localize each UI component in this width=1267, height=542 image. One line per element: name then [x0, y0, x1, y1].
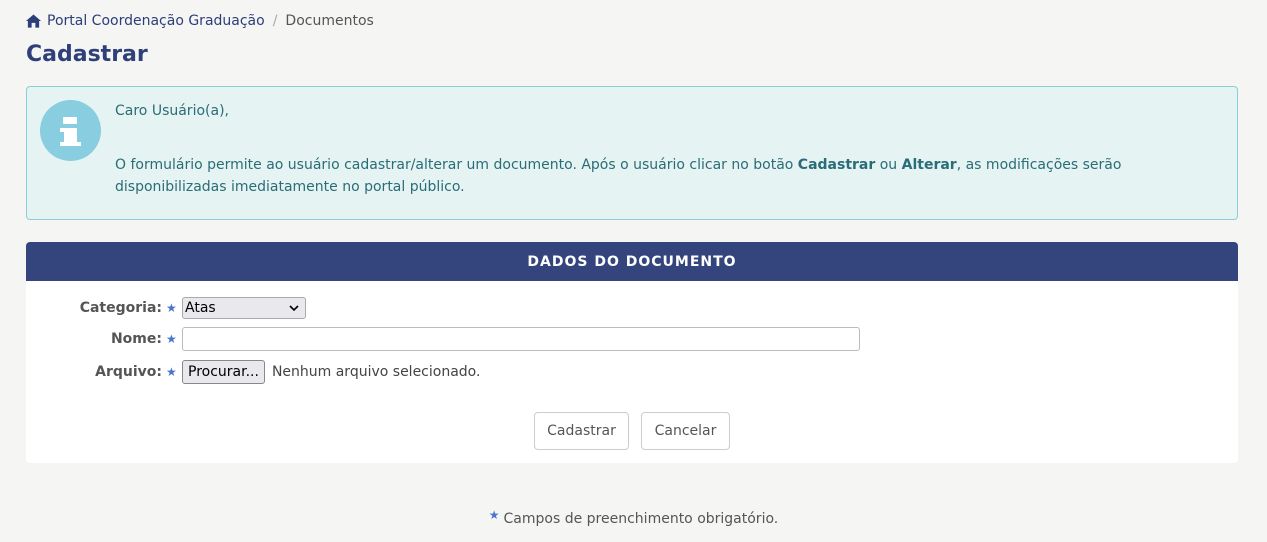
info-text-part: ou: [875, 157, 902, 173]
info-message: O formulário permite ao usuário cadastra…: [115, 154, 1205, 198]
required-note-text: Campos de preenchimento obrigatório.: [503, 511, 779, 527]
info-icon: [40, 100, 101, 161]
name-label: Nome:: [110, 331, 162, 347]
required-star-icon: ★: [166, 301, 177, 315]
required-fields-note: ★ Campos de preenchimento obrigatório.: [0, 508, 1267, 527]
page-title: Cadastrar: [26, 42, 148, 67]
breadcrumb-separator: /: [272, 13, 278, 29]
submit-button[interactable]: Cadastrar: [534, 412, 629, 450]
document-form-panel: DADOS DO DOCUMENTO Categoria: ★ Atas Nom…: [26, 242, 1238, 463]
breadcrumb: Portal Coordenação Graduação / Documento…: [26, 13, 374, 29]
required-star-icon: ★: [166, 332, 177, 346]
file-browse-button[interactable]: Procurar...: [182, 360, 265, 384]
breadcrumb-home-label: Portal Coordenação Graduação: [47, 13, 265, 29]
file-status: Nenhum arquivo selecionado.: [271, 364, 481, 380]
file-label: Arquivo:: [95, 364, 162, 380]
cancel-button[interactable]: Cancelar: [641, 412, 730, 450]
info-greeting: Caro Usuário(a),: [115, 103, 229, 119]
panel-header: DADOS DO DOCUMENTO: [26, 242, 1238, 281]
category-label: Categoria:: [79, 300, 162, 316]
category-selected-value: Atas: [185, 300, 216, 316]
required-star-icon: ★: [166, 365, 177, 379]
chevron-down-icon: [289, 304, 299, 311]
name-row: Nome: ★: [26, 327, 860, 351]
category-row: Categoria: ★ Atas: [26, 297, 306, 319]
breadcrumb-current: Documentos: [285, 13, 374, 29]
breadcrumb-home-link[interactable]: Portal Coordenação Graduação: [26, 13, 265, 29]
info-bold-alterar: Alterar: [901, 157, 957, 173]
info-alert: Caro Usuário(a), O formulário permite ao…: [26, 86, 1238, 220]
info-bold-cadastrar: Cadastrar: [797, 157, 876, 173]
home-icon: [26, 14, 41, 28]
name-input[interactable]: [182, 327, 860, 351]
required-star-icon: ★: [488, 508, 500, 522]
category-select[interactable]: Atas: [182, 297, 306, 319]
info-text-part: O formulário permite ao usuário cadastra…: [115, 157, 798, 173]
file-row: Arquivo: ★ Procurar... Nenhum arquivo se…: [26, 360, 480, 384]
